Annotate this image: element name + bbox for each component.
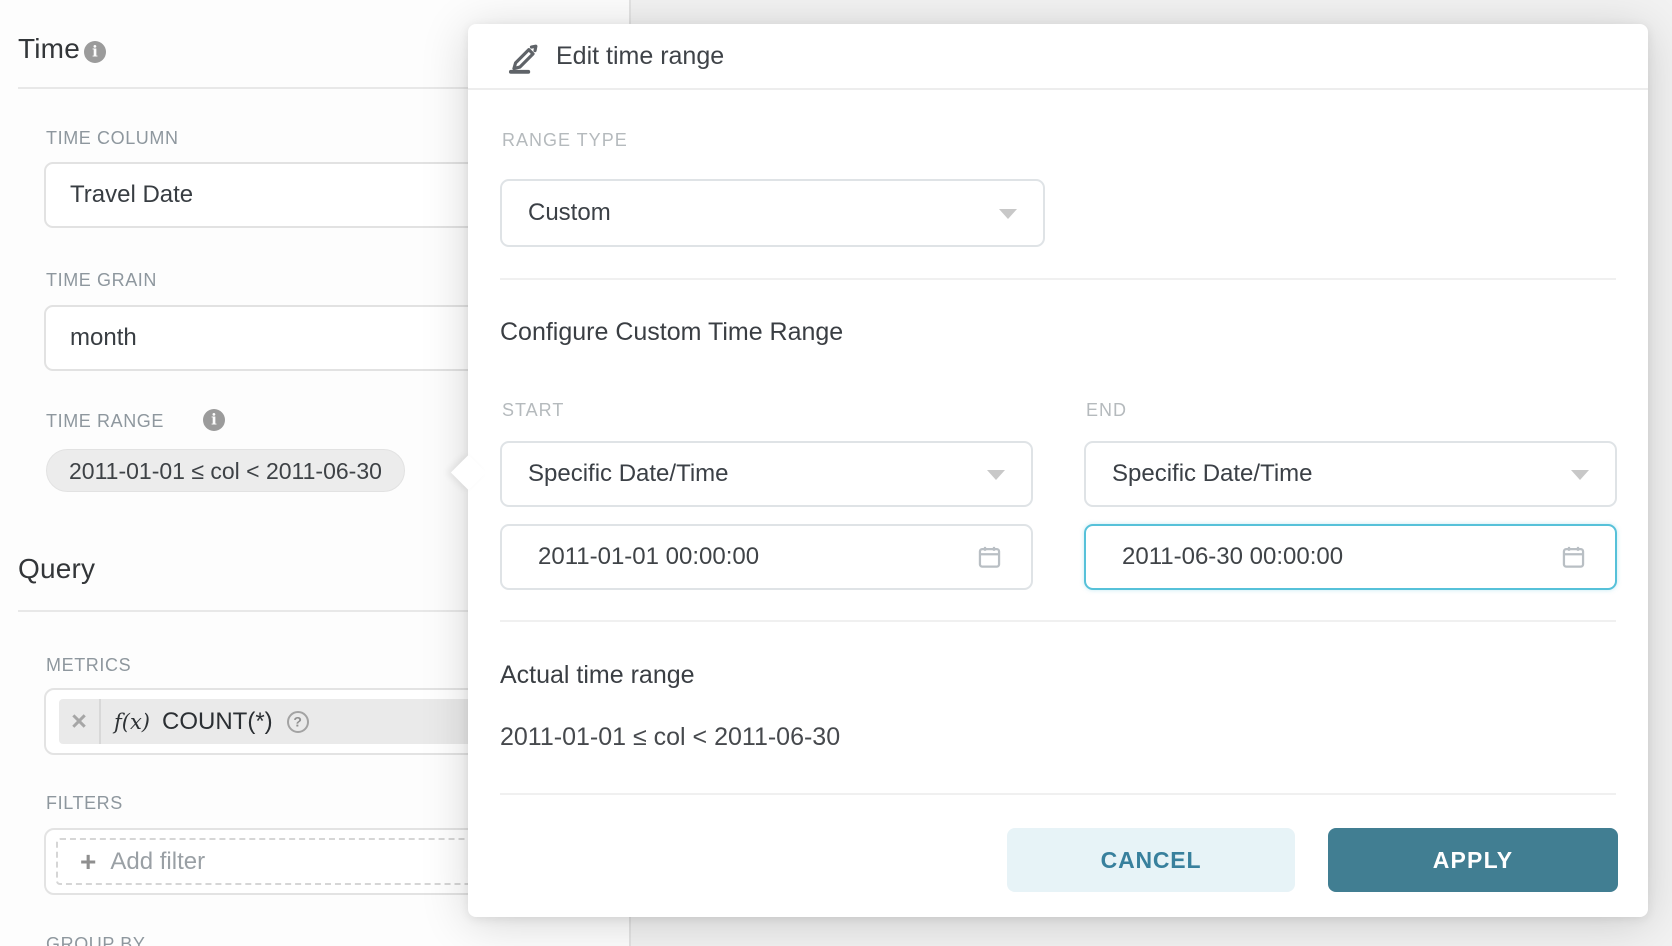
start-mode-select[interactable]: Specific Date/Time xyxy=(500,441,1033,507)
calendar-icon[interactable] xyxy=(976,544,1003,571)
configure-heading: Configure Custom Time Range xyxy=(500,318,843,347)
query-section-title: Query xyxy=(18,553,95,585)
time-column-value: Travel Date xyxy=(70,181,193,209)
explore-page: Time TIME COLUMN Travel Date TIME GRAIN … xyxy=(0,0,1672,946)
edit-time-range-modal: Edit time range RANGE TYPE Custom Config… xyxy=(468,24,1648,917)
close-icon[interactable] xyxy=(59,708,99,735)
start-mode-value: Specific Date/Time xyxy=(528,460,729,488)
modal-divider xyxy=(500,620,1616,622)
end-mode-select[interactable]: Specific Date/Time xyxy=(1084,441,1617,507)
metrics-label: METRICS xyxy=(46,655,131,676)
chevron-down-icon xyxy=(987,470,1005,480)
actual-range-value: 2011-01-01 ≤ col < 2011-06-30 xyxy=(500,723,840,752)
group-by-label: GROUP BY xyxy=(46,934,146,946)
time-grain-value: month xyxy=(70,324,137,352)
time-section-title: Time xyxy=(18,33,80,65)
info-icon[interactable] xyxy=(203,409,225,431)
end-label: END xyxy=(1086,400,1127,421)
chevron-down-icon xyxy=(999,209,1017,219)
help-icon[interactable] xyxy=(287,711,309,733)
modal-title: Edit time range xyxy=(556,24,724,88)
edit-pencil-icon xyxy=(504,37,542,75)
start-date-field xyxy=(500,524,1033,590)
start-label: START xyxy=(502,400,564,421)
info-icon[interactable] xyxy=(84,41,106,63)
modal-header: Edit time range xyxy=(468,24,1648,90)
calendar-icon[interactable] xyxy=(1560,544,1587,571)
range-type-value: Custom xyxy=(528,199,611,227)
footer-divider xyxy=(500,793,1616,795)
end-date-input[interactable] xyxy=(1122,526,1552,588)
chip-separator xyxy=(99,699,101,744)
modal-divider xyxy=(500,278,1616,280)
time-grain-label: TIME GRAIN xyxy=(46,270,157,291)
start-date-input[interactable] xyxy=(538,526,968,588)
plus-icon xyxy=(80,848,96,876)
time-column-label: TIME COLUMN xyxy=(46,128,179,149)
fx-icon: f(x) xyxy=(114,710,150,734)
metric-name: COUNT(*) xyxy=(162,708,273,736)
range-type-label: RANGE TYPE xyxy=(502,130,628,151)
range-type-select[interactable]: Custom xyxy=(500,179,1045,247)
cancel-button[interactable]: CANCEL xyxy=(1007,828,1295,892)
end-date-field xyxy=(1084,524,1617,590)
time-range-pill[interactable]: 2011-01-01 ≤ col < 2011-06-30 xyxy=(46,449,405,492)
time-range-label: TIME RANGE xyxy=(46,411,164,432)
chevron-down-icon xyxy=(1571,470,1589,480)
actual-range-heading: Actual time range xyxy=(500,661,695,690)
add-filter-label: Add filter xyxy=(110,848,205,876)
apply-button[interactable]: APPLY xyxy=(1328,828,1618,892)
end-mode-value: Specific Date/Time xyxy=(1112,460,1313,488)
filters-label: FILTERS xyxy=(46,793,123,814)
